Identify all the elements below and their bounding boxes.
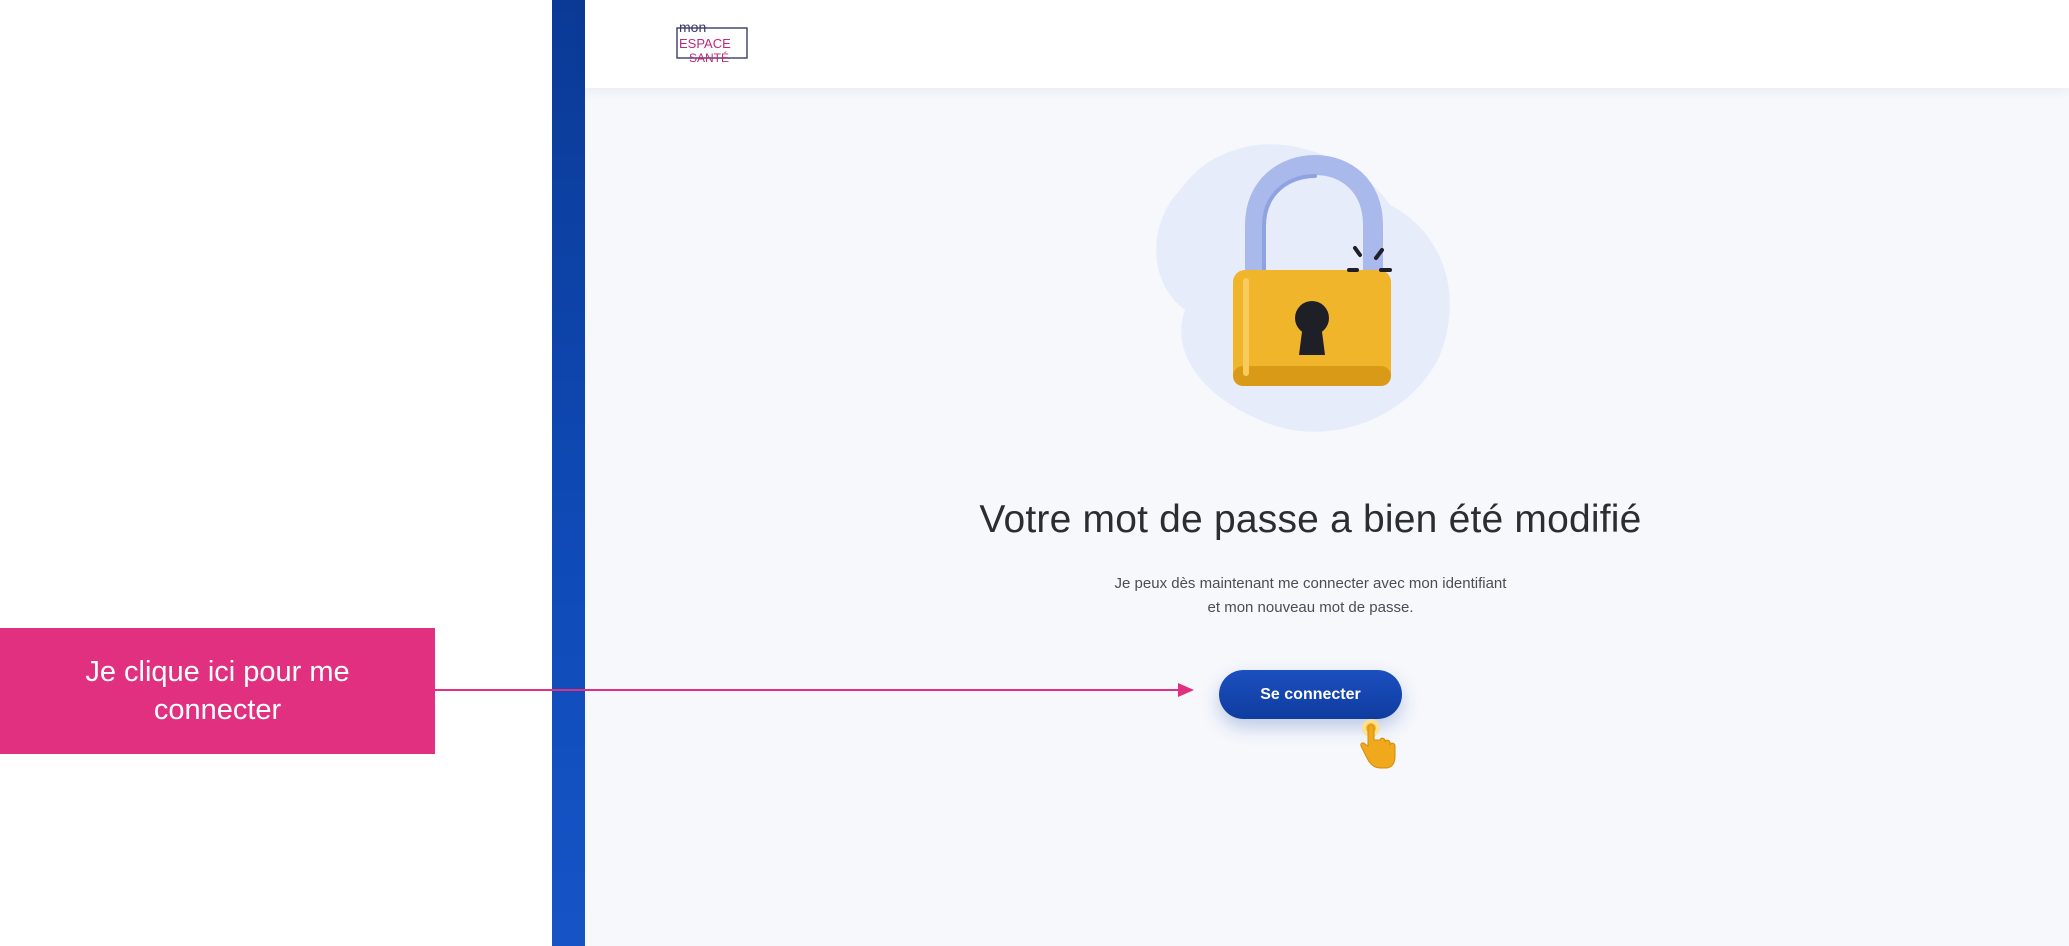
annotation-callout: Je clique ici pour me connecter: [0, 628, 435, 754]
annotation-text: Je clique ici pour me connecter: [85, 656, 350, 726]
page-title: Votre mot de passe a bien été modifié: [979, 498, 1642, 541]
se-connecter-button[interactable]: Se connecter: [1219, 670, 1402, 719]
page-subtitle: Je peux dès maintenant me connecter avec…: [552, 572, 2069, 620]
padlock-unlocked-icon: [1156, 144, 1450, 432]
logo-line-3: SANTÉ: [689, 50, 729, 65]
mon-espace-sante-logo[interactable]: mon ESPACE SANTÉ: [673, 18, 751, 70]
subtitle-line-1: Je peux dès maintenant me connecter avec…: [1114, 575, 1507, 592]
subtitle-line-2: et mon nouveau mot de passe.: [1207, 599, 1414, 616]
screenshot-stage: Je clique ici pour me connecter mon ESPA…: [0, 0, 2069, 946]
hand-pointer-icon: [1360, 719, 1396, 769]
logo-line-1: mon: [679, 19, 706, 35]
logo-line-2: ESPACE: [679, 36, 731, 51]
app-header: mon ESPACE SANTÉ: [585, 0, 2069, 88]
sidebar-strip: [552, 0, 585, 946]
